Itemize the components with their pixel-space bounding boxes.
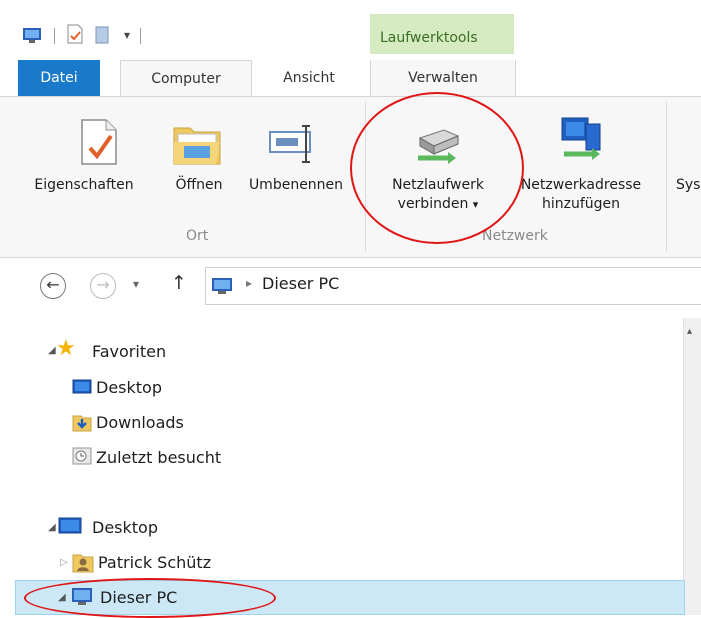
- tree-item-desktop[interactable]: Desktop: [92, 518, 158, 537]
- tab-file[interactable]: Datei: [18, 60, 100, 96]
- tab-computer[interactable]: Computer: [120, 60, 252, 97]
- annotation-circle-map-drive: [350, 92, 524, 244]
- new-folder-qa-icon[interactable]: [94, 24, 112, 44]
- this-pc-app-icon: [22, 26, 42, 44]
- properties-qa-icon[interactable]: [66, 24, 84, 44]
- contextual-tab-title: Laufwerktools: [380, 30, 478, 46]
- tree-item-recent-places[interactable]: Zuletzt besucht: [96, 448, 221, 467]
- qa-separator: [140, 28, 141, 44]
- tab-view[interactable]: Ansicht: [250, 60, 368, 96]
- expand-arrow-icon[interactable]: ◢: [48, 522, 56, 533]
- tree-item-user-folder[interactable]: Patrick Schütz: [98, 553, 211, 572]
- recent-locations-dropdown-icon[interactable]: ▾: [133, 277, 139, 291]
- tree-item-favorites[interactable]: Favoriten: [92, 342, 166, 361]
- properties-icon: [78, 118, 120, 166]
- collapsed-arrow-icon[interactable]: ▷: [60, 557, 68, 568]
- system-button-partial[interactable]: Sys: [676, 177, 701, 193]
- scrollbar[interactable]: ▴: [683, 318, 701, 615]
- annotation-circle-this-pc: [24, 578, 276, 618]
- forward-button[interactable]: →: [90, 273, 116, 299]
- properties-button[interactable]: Eigenschaften: [2, 177, 166, 193]
- back-button[interactable]: ←: [40, 273, 66, 299]
- add-network-location-button[interactable]: Netzwerkadresse hinzufügen: [505, 177, 657, 212]
- add-network-location-icon: [556, 114, 606, 166]
- open-folder-icon: [172, 120, 222, 166]
- recent-places-icon: [72, 446, 92, 466]
- tab-manage[interactable]: Verwalten: [370, 60, 516, 96]
- customize-qa-dropdown-icon[interactable]: ▾: [124, 28, 130, 42]
- open-button[interactable]: Öffnen: [166, 177, 232, 193]
- group-separator: [666, 102, 667, 252]
- add-network-location-label-line1: Netzwerkadresse: [520, 177, 642, 193]
- qa-separator: [54, 28, 55, 44]
- group-label-location: Ort: [186, 228, 209, 244]
- star-icon: ★: [56, 336, 76, 361]
- expand-arrow-icon[interactable]: ◢: [48, 345, 56, 356]
- rename-button[interactable]: Umbenennen: [234, 177, 358, 193]
- this-pc-address-icon: [210, 276, 234, 296]
- group-label-network: Netzwerk: [482, 228, 548, 244]
- rename-icon: [268, 124, 318, 164]
- tree-item-downloads[interactable]: Downloads: [96, 413, 184, 432]
- breadcrumb-separator[interactable]: ▸: [246, 276, 252, 290]
- user-folder-icon: [72, 551, 94, 573]
- desktop-icon: [72, 378, 92, 396]
- up-arrow-icon[interactable]: ↑: [171, 272, 187, 294]
- tree-item-desktop-favorite[interactable]: Desktop: [96, 378, 162, 397]
- desktop-icon: [58, 516, 82, 536]
- scroll-up-arrow-icon[interactable]: ▴: [687, 326, 692, 337]
- downloads-icon: [72, 412, 92, 432]
- breadcrumb-this-pc[interactable]: Dieser PC: [262, 274, 339, 293]
- add-network-location-label-line2: hinzufügen: [541, 196, 621, 212]
